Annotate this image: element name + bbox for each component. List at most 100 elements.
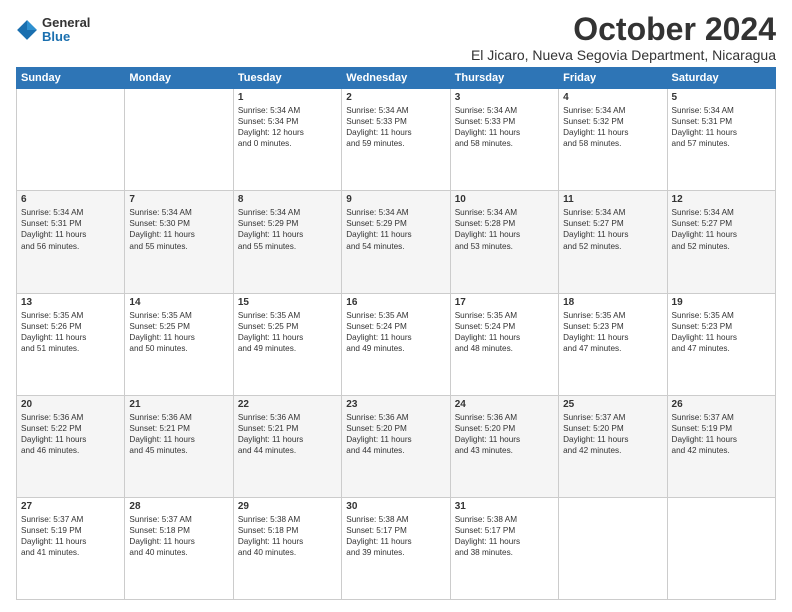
- table-row: 9 Sunrise: 5:34 AMSunset: 5:29 PMDaylight…: [342, 191, 450, 293]
- cell-content: Sunrise: 5:34 AMSunset: 5:31 PMDaylight:…: [21, 207, 120, 251]
- table-row: [667, 497, 775, 599]
- table-row: 21Sunrise: 5:36 AMSunset: 5:21 PMDayligh…: [125, 395, 233, 497]
- table-row: 26 Sunrise: 5:37 AMSunset: 5:19 PMDayligh…: [667, 395, 775, 497]
- location-title: El Jicaro, Nueva Segovia Department, Nic…: [471, 47, 776, 63]
- day-number: 3: [455, 92, 554, 103]
- day-number: 6: [21, 194, 120, 205]
- cell-content: Sunrise: 5:34 AMSunset: 5:29 PMDaylight:…: [238, 207, 337, 251]
- logo-text: General Blue: [42, 16, 90, 45]
- day-number: 5: [672, 92, 771, 103]
- cell-content: Sunrise: 5:36 AMSunset: 5:21 PMDaylight:…: [129, 412, 228, 456]
- day-number: 25: [563, 399, 662, 410]
- cell-content: Sunrise: 5:37 AMSunset: 5:20 PMDaylight:…: [563, 412, 662, 456]
- day-number: 7: [129, 194, 228, 205]
- header: General Blue October 2024 El Jicaro, Nue…: [16, 12, 776, 63]
- day-number: 16: [346, 297, 445, 308]
- cell-content: Sunrise: 5:35 AMSunset: 5:23 PMDaylight:…: [563, 310, 662, 354]
- table-row: 20 Sunrise: 5:36 AMSunset: 5:22 PMDayligh…: [17, 395, 125, 497]
- cell-content: Sunrise: 5:34 AMSunset: 5:34 PMDaylight:…: [238, 105, 337, 149]
- table-row: 3Sunrise: 5:34 AMSunset: 5:33 PMDaylight…: [450, 89, 558, 191]
- col-monday: Monday: [125, 68, 233, 89]
- cell-content: Sunrise: 5:35 AMSunset: 5:25 PMDaylight:…: [129, 310, 228, 354]
- cell-content: Sunrise: 5:34 AMSunset: 5:32 PMDaylight:…: [563, 105, 662, 149]
- col-tuesday: Tuesday: [233, 68, 341, 89]
- cell-content: Sunrise: 5:38 AMSunset: 5:17 PMDaylight:…: [346, 514, 445, 558]
- cell-content: Sunrise: 5:34 AMSunset: 5:30 PMDaylight:…: [129, 207, 228, 251]
- table-row: 1 Sunrise: 5:34 AMSunset: 5:34 PMDaylight…: [233, 89, 341, 191]
- calendar-week-row: 20 Sunrise: 5:36 AMSunset: 5:22 PMDayligh…: [17, 395, 776, 497]
- table-row: 14Sunrise: 5:35 AMSunset: 5:25 PMDayligh…: [125, 293, 233, 395]
- day-number: 23: [346, 399, 445, 410]
- cell-content: Sunrise: 5:34 AMSunset: 5:33 PMDaylight:…: [346, 105, 445, 149]
- day-number: 8: [238, 194, 337, 205]
- cell-content: Sunrise: 5:36 AMSunset: 5:22 PMDaylight:…: [21, 412, 120, 456]
- day-number: 27: [21, 501, 120, 512]
- day-number: 28: [129, 501, 228, 512]
- table-row: 17Sunrise: 5:35 AMSunset: 5:24 PMDayligh…: [450, 293, 558, 395]
- logo-blue: Blue: [42, 30, 90, 44]
- cell-content: Sunrise: 5:34 AMSunset: 5:29 PMDaylight:…: [346, 207, 445, 251]
- day-number: 26: [672, 399, 771, 410]
- table-row: 5 Sunrise: 5:34 AMSunset: 5:31 PMDaylight…: [667, 89, 775, 191]
- title-block: October 2024 El Jicaro, Nueva Segovia De…: [471, 12, 776, 63]
- day-number: 11: [563, 194, 662, 205]
- table-row: 27 Sunrise: 5:37 AMSunset: 5:19 PMDayligh…: [17, 497, 125, 599]
- table-row: 23Sunrise: 5:36 AMSunset: 5:20 PMDayligh…: [342, 395, 450, 497]
- day-number: 20: [21, 399, 120, 410]
- table-row: 25 Sunrise: 5:37 AMSunset: 5:20 PMDayligh…: [559, 395, 667, 497]
- col-saturday: Saturday: [667, 68, 775, 89]
- page: General Blue October 2024 El Jicaro, Nue…: [0, 0, 792, 612]
- cell-content: Sunrise: 5:35 AMSunset: 5:23 PMDaylight:…: [672, 310, 771, 354]
- table-row: [125, 89, 233, 191]
- cell-content: Sunrise: 5:34 AMSunset: 5:28 PMDaylight:…: [455, 207, 554, 251]
- day-number: 24: [455, 399, 554, 410]
- col-wednesday: Wednesday: [342, 68, 450, 89]
- col-friday: Friday: [559, 68, 667, 89]
- table-row: 10 Sunrise: 5:34 AMSunset: 5:28 PMDayligh…: [450, 191, 558, 293]
- table-row: 24 Sunrise: 5:36 AMSunset: 5:20 PMDayligh…: [450, 395, 558, 497]
- table-row: 28 Sunrise: 5:37 AMSunset: 5:18 PMDayligh…: [125, 497, 233, 599]
- day-number: 4: [563, 92, 662, 103]
- calendar-week-row: 13 Sunrise: 5:35 AMSunset: 5:26 PMDayligh…: [17, 293, 776, 395]
- logo-icon: [16, 19, 38, 41]
- day-number: 18: [563, 297, 662, 308]
- day-number: 1: [238, 92, 337, 103]
- table-row: 8 Sunrise: 5:34 AMSunset: 5:29 PMDaylight…: [233, 191, 341, 293]
- day-number: 31: [455, 501, 554, 512]
- table-row: 31Sunrise: 5:38 AMSunset: 5:17 PMDayligh…: [450, 497, 558, 599]
- table-row: 6 Sunrise: 5:34 AMSunset: 5:31 PMDaylight…: [17, 191, 125, 293]
- cell-content: Sunrise: 5:37 AMSunset: 5:19 PMDaylight:…: [21, 514, 120, 558]
- cell-content: Sunrise: 5:36 AMSunset: 5:21 PMDaylight:…: [238, 412, 337, 456]
- cell-content: Sunrise: 5:34 AMSunset: 5:27 PMDaylight:…: [563, 207, 662, 251]
- day-number: 10: [455, 194, 554, 205]
- day-number: 22: [238, 399, 337, 410]
- table-row: 7 Sunrise: 5:34 AMSunset: 5:30 PMDaylight…: [125, 191, 233, 293]
- calendar-week-row: 27 Sunrise: 5:37 AMSunset: 5:19 PMDayligh…: [17, 497, 776, 599]
- table-row: 19Sunrise: 5:35 AMSunset: 5:23 PMDayligh…: [667, 293, 775, 395]
- cell-content: Sunrise: 5:35 AMSunset: 5:26 PMDaylight:…: [21, 310, 120, 354]
- day-number: 9: [346, 194, 445, 205]
- day-number: 17: [455, 297, 554, 308]
- table-row: 11 Sunrise: 5:34 AMSunset: 5:27 PMDayligh…: [559, 191, 667, 293]
- month-title: October 2024: [471, 12, 776, 47]
- cell-content: Sunrise: 5:36 AMSunset: 5:20 PMDaylight:…: [455, 412, 554, 456]
- cell-content: Sunrise: 5:37 AMSunset: 5:19 PMDaylight:…: [672, 412, 771, 456]
- calendar-week-row: 1 Sunrise: 5:34 AMSunset: 5:34 PMDaylight…: [17, 89, 776, 191]
- table-row: 15Sunrise: 5:35 AMSunset: 5:25 PMDayligh…: [233, 293, 341, 395]
- cell-content: Sunrise: 5:35 AMSunset: 5:24 PMDaylight:…: [346, 310, 445, 354]
- cell-content: Sunrise: 5:37 AMSunset: 5:18 PMDaylight:…: [129, 514, 228, 558]
- logo-general: General: [42, 16, 90, 30]
- table-row: 2Sunrise: 5:34 AMSunset: 5:33 PMDaylight…: [342, 89, 450, 191]
- table-row: 18 Sunrise: 5:35 AMSunset: 5:23 PMDayligh…: [559, 293, 667, 395]
- table-row: 29Sunrise: 5:38 AMSunset: 5:18 PMDayligh…: [233, 497, 341, 599]
- cell-content: Sunrise: 5:35 AMSunset: 5:25 PMDaylight:…: [238, 310, 337, 354]
- calendar-week-row: 6 Sunrise: 5:34 AMSunset: 5:31 PMDaylight…: [17, 191, 776, 293]
- table-row: [559, 497, 667, 599]
- day-number: 13: [21, 297, 120, 308]
- table-row: 30Sunrise: 5:38 AMSunset: 5:17 PMDayligh…: [342, 497, 450, 599]
- table-row: 4 Sunrise: 5:34 AMSunset: 5:32 PMDaylight…: [559, 89, 667, 191]
- day-number: 29: [238, 501, 337, 512]
- logo: General Blue: [16, 16, 90, 45]
- cell-content: Sunrise: 5:34 AMSunset: 5:31 PMDaylight:…: [672, 105, 771, 149]
- table-row: [17, 89, 125, 191]
